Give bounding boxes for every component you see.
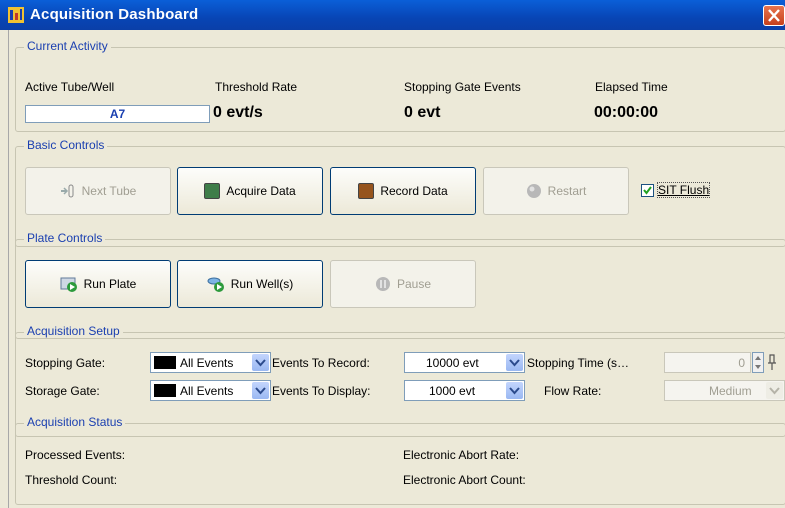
pause-button[interactable]: Pause xyxy=(330,260,476,308)
flow-rate-value: Medium xyxy=(709,384,752,398)
events-to-record-label: Events To Record: xyxy=(272,356,370,370)
chevron-down-icon[interactable] xyxy=(506,354,523,371)
events-to-record-select[interactable]: 10000 evt xyxy=(404,352,525,373)
events-to-record-value: 10000 evt xyxy=(426,356,479,370)
restart-button[interactable]: Restart xyxy=(483,167,629,215)
record-icon xyxy=(358,183,375,199)
gate-color-swatch xyxy=(154,384,176,397)
threshold-rate-value: 0 evt/s xyxy=(213,104,263,121)
acquire-data-button[interactable]: Acquire Data xyxy=(177,167,323,215)
current-activity-legend: Current Activity xyxy=(24,39,111,53)
stopping-time-label: Stopping Time (s… xyxy=(527,356,630,370)
acquire-data-label: Acquire Data xyxy=(226,184,296,198)
chevron-down-icon[interactable] xyxy=(252,382,269,399)
chevron-down-icon[interactable] xyxy=(506,382,523,399)
app-icon xyxy=(8,7,24,23)
checkmark-icon xyxy=(643,186,652,195)
storage-gate-value: All Events xyxy=(180,384,234,398)
pause-label: Pause xyxy=(396,277,432,291)
stopping-gate-value: All Events xyxy=(180,356,234,370)
chevron-down-icon[interactable] xyxy=(766,382,783,399)
stopping-gate-select[interactable]: All Events xyxy=(150,352,271,373)
basic-controls-group: Basic Controls Next Tube Acquire Data Re… xyxy=(15,138,785,247)
plate-controls-legend: Plate Controls xyxy=(24,231,106,245)
plate-controls-group: Plate Controls Run Plate Run Well(s) Pau… xyxy=(15,231,785,339)
threshold-count-label: Threshold Count: xyxy=(25,473,118,487)
processed-events-label: Processed Events: xyxy=(25,448,126,462)
run-plate-icon xyxy=(60,277,77,292)
basic-controls-legend: Basic Controls xyxy=(24,138,108,152)
storage-gate-label: Storage Gate: xyxy=(25,384,100,398)
next-tube-button[interactable]: Next Tube xyxy=(25,167,171,215)
events-to-display-select[interactable]: 1000 evt xyxy=(404,380,525,401)
next-tube-icon xyxy=(60,184,74,198)
stopping-time-value: 0 xyxy=(738,356,745,370)
acquisition-status-legend: Acquisition Status xyxy=(24,415,126,429)
close-button[interactable] xyxy=(763,5,785,26)
record-data-label: Record Data xyxy=(380,184,448,198)
record-data-button[interactable]: Record Data xyxy=(330,167,476,215)
next-tube-label: Next Tube xyxy=(81,184,137,198)
sit-flush-label[interactable]: SIT Flush xyxy=(656,182,711,198)
acquisition-setup-legend: Acquisition Setup xyxy=(24,324,123,338)
spinner-icon[interactable] xyxy=(752,352,764,373)
gate-color-swatch xyxy=(154,356,176,369)
chevron-down-icon[interactable] xyxy=(252,354,269,371)
acquire-icon xyxy=(204,183,221,199)
sit-flush-checkbox[interactable] xyxy=(641,184,654,197)
pin-icon[interactable] xyxy=(767,354,777,374)
flow-rate-select[interactable]: Medium xyxy=(664,380,785,401)
run-wells-label: Run Well(s) xyxy=(230,277,294,291)
pause-icon xyxy=(375,277,390,291)
flow-rate-label: Flow Rate: xyxy=(544,384,602,398)
stopping-gate-events-label: Stopping Gate Events xyxy=(404,80,521,94)
events-to-display-label: Events To Display: xyxy=(272,384,371,398)
active-tube-field[interactable]: A7 xyxy=(25,105,210,123)
restart-label: Restart xyxy=(547,184,587,198)
threshold-rate-label: Threshold Rate xyxy=(215,80,298,94)
run-wells-button[interactable]: Run Well(s) xyxy=(177,260,323,308)
active-tube-label: Active Tube/Well xyxy=(25,80,115,94)
dashboard-panel: Current Activity Active Tube/Well A7 Thr… xyxy=(8,30,785,508)
stopping-time-field[interactable]: 0 xyxy=(664,352,751,373)
restart-icon xyxy=(526,184,541,198)
stopping-gate-events-value: 0 evt xyxy=(404,104,441,121)
elapsed-time-label: Elapsed Time xyxy=(595,80,668,94)
events-to-display-value: 1000 evt xyxy=(429,384,476,398)
close-icon xyxy=(768,9,780,22)
window-title: Acquisition Dashboard xyxy=(30,6,199,23)
run-plate-label: Run Plate xyxy=(83,277,137,291)
storage-gate-select[interactable]: All Events xyxy=(150,380,271,401)
acquisition-setup-group: Acquisition Setup Stopping Gate: All Eve… xyxy=(15,324,785,437)
current-activity-group: Current Activity Active Tube/Well A7 Thr… xyxy=(15,39,785,132)
elapsed-time-value: 00:00:00 xyxy=(594,104,659,121)
stopping-gate-label: Stopping Gate: xyxy=(25,356,106,370)
acquisition-status-group: Acquisition Status Processed Events: Thr… xyxy=(15,415,785,505)
electronic-abort-rate-label: Electronic Abort Rate: xyxy=(403,448,520,462)
electronic-abort-count-label: Electronic Abort Count: xyxy=(403,473,526,487)
title-bar[interactable]: Acquisition Dashboard xyxy=(0,0,785,30)
run-plate-button[interactable]: Run Plate xyxy=(25,260,171,308)
run-wells-icon xyxy=(207,277,224,292)
